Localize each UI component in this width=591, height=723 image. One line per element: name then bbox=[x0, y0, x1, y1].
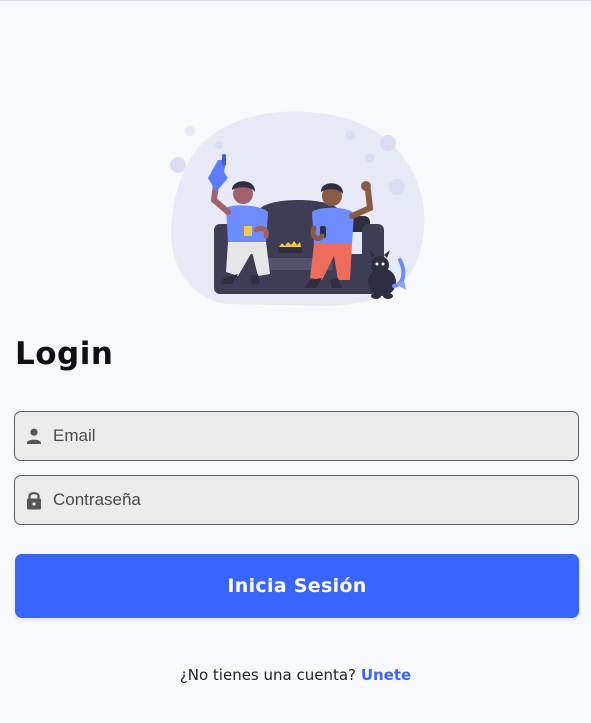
login-button[interactable]: Inicia Sesión bbox=[15, 554, 579, 618]
password-input[interactable] bbox=[53, 485, 553, 515]
login-screen: Login Inicia Sesión ¿No tienes una cuent… bbox=[0, 0, 591, 723]
signup-link[interactable]: Unete bbox=[361, 666, 411, 684]
person-icon bbox=[25, 426, 43, 446]
password-field[interactable] bbox=[14, 475, 579, 525]
signup-prompt: ¿No tienes una cuenta? bbox=[179, 666, 357, 684]
signup-row: ¿No tienes una cuenta? Unete bbox=[0, 666, 591, 684]
page-title: Login bbox=[15, 336, 114, 372]
lock-icon bbox=[25, 490, 43, 510]
fans-on-couch-illustration bbox=[170, 111, 425, 306]
app-bar-shadow bbox=[0, 0, 591, 2]
email-input[interactable] bbox=[53, 421, 553, 451]
email-field[interactable] bbox=[14, 411, 579, 461]
